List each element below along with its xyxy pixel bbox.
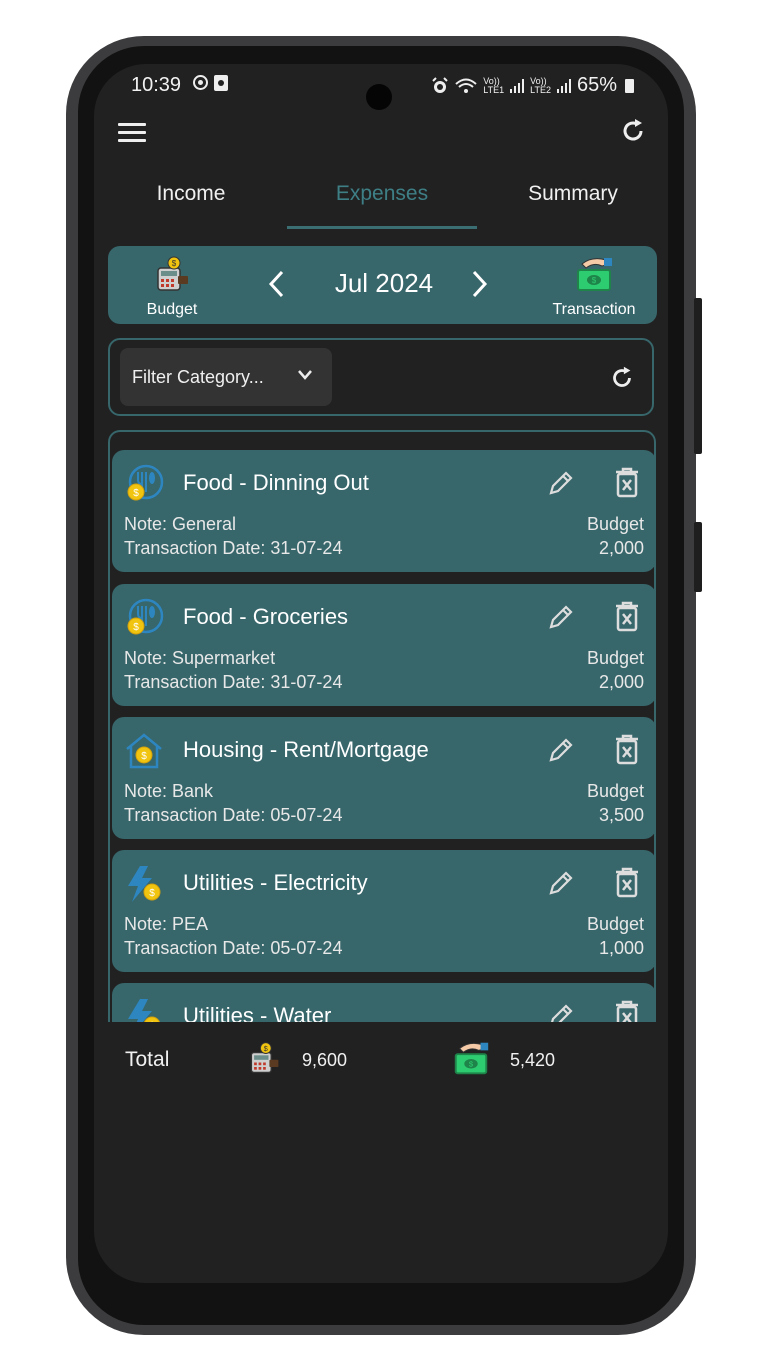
item-title: Food - Groceries [183, 604, 349, 629]
power-button [694, 522, 702, 592]
network-2-label: Vo)) LTE2 [530, 75, 551, 95]
app-notification-icon [214, 75, 228, 91]
filter-category-dropdown[interactable]: Filter Category... [120, 348, 332, 406]
expense-item-housing-rent[interactable]: $ Housing - Rent/Mortgage Note: Bank Tra… [112, 717, 654, 839]
food-dollar-icon: $ [127, 598, 164, 635]
filter-category-placeholder: Filter Category... [132, 367, 264, 387]
budget-calculator-icon: $ [250, 1042, 279, 1074]
battery-percent: 65% [576, 74, 617, 96]
electricity-dollar-icon: $ [128, 999, 160, 1022]
pencil-icon[interactable] [546, 468, 576, 498]
budget-calculator-icon: $ [157, 256, 188, 291]
filter-refresh-icon[interactable] [608, 364, 636, 392]
item-amount: 2,000 [598, 672, 644, 692]
tab-income[interactable]: Income [96, 172, 286, 230]
item-date: Transaction Date: 05-07-24 [124, 938, 343, 958]
item-note: Note: Supermarket [124, 648, 276, 668]
item-title: Food - Dinning Out [183, 470, 369, 495]
app-screen: 10:39 Vo)) LTE1 Vo)) LTE2 65% Income Exp… [94, 64, 668, 1283]
chevron-down-icon [298, 370, 312, 380]
electricity-dollar-icon: $ [128, 866, 161, 902]
budget-total: 9,600 [302, 1050, 348, 1070]
totals-row: Total $ 9,600 $ 5,420 [94, 1036, 668, 1086]
target-icon [193, 75, 208, 90]
tab-summary[interactable]: Summary [478, 172, 668, 230]
trash-icon[interactable] [614, 866, 640, 898]
item-date: Transaction Date: 31-07-24 [124, 672, 343, 692]
item-type: Budget [586, 514, 644, 534]
svg-text:$: $ [133, 622, 139, 633]
svg-text:$: $ [133, 488, 139, 499]
item-title: Utilities - Water [183, 1003, 332, 1022]
transaction-total: 5,420 [510, 1050, 556, 1070]
volume-button [694, 298, 702, 454]
expense-item-food-groceries[interactable]: $ Food - Groceries Note: Supermarket Tra… [112, 584, 654, 706]
item-date: Transaction Date: 05-07-24 [124, 805, 343, 825]
svg-text:$: $ [469, 1060, 474, 1069]
signal-1-icon [510, 78, 525, 93]
svg-text:$: $ [592, 276, 597, 285]
trash-icon[interactable] [614, 999, 640, 1022]
refresh-icon[interactable] [618, 116, 648, 146]
expense-item-utilities-electricity[interactable]: $ Utilities - Electricity Note: PEA Tran… [112, 850, 654, 972]
expense-list[interactable]: $ Food - Dinning Out Note: General Trans… [108, 430, 656, 1022]
item-type: Budget [586, 914, 644, 934]
budget-button[interactable]: $ Budget [128, 254, 216, 319]
status-right: Vo)) LTE1 Vo)) LTE2 65% [431, 74, 634, 97]
tab-expenses[interactable]: Expenses [287, 172, 477, 230]
svg-text:$: $ [141, 751, 147, 762]
svg-text:$: $ [149, 1021, 155, 1022]
chevron-left-icon[interactable] [262, 266, 292, 302]
hamburger-menu-icon[interactable] [118, 120, 146, 144]
chevron-right-icon[interactable] [464, 266, 494, 302]
item-date: Transaction Date: 31-07-24 [124, 538, 343, 558]
svg-text:$: $ [172, 259, 177, 268]
tab-bar: Income Expenses Summary [94, 172, 668, 230]
transaction-button[interactable]: $ Transaction [544, 254, 644, 319]
item-amount: 1,000 [598, 938, 644, 958]
pencil-icon[interactable] [546, 735, 576, 765]
budget-label: Budget [146, 301, 198, 318]
cash-hand-icon: $ [454, 1042, 489, 1075]
network-1-label: Vo)) LTE1 [483, 75, 505, 95]
notification-icons [193, 75, 228, 91]
status-time: 10:39 [131, 74, 182, 96]
pencil-icon[interactable] [546, 1001, 576, 1022]
expense-item-food-dining-out[interactable]: $ Food - Dinning Out Note: General Trans… [112, 450, 654, 572]
pencil-icon[interactable] [546, 602, 576, 632]
item-title: Utilities - Electricity [183, 870, 368, 895]
cash-hand-icon: $ [577, 258, 612, 291]
item-type: Budget [586, 781, 644, 801]
trash-icon[interactable] [614, 600, 640, 632]
item-type: Budget [586, 648, 644, 668]
wifi-icon [455, 78, 477, 93]
signal-2-icon [556, 78, 571, 93]
item-note: Note: General [124, 514, 237, 534]
current-month: Jul 2024 [334, 268, 434, 298]
svg-text:$: $ [264, 1044, 268, 1053]
item-title: Housing - Rent/Mortgage [183, 737, 429, 762]
month-header: $ Budget Jul 2024 $ Transaction [108, 246, 657, 324]
status-bar: 10:39 Vo)) LTE1 Vo)) LTE2 65% [131, 72, 634, 96]
svg-text:$: $ [149, 888, 155, 899]
transaction-label: Transaction [552, 301, 636, 318]
trash-icon[interactable] [614, 466, 640, 498]
item-note: Note: PEA [124, 914, 209, 934]
trash-icon[interactable] [614, 733, 640, 765]
expense-item-utilities-water[interactable]: $ Utilities - Water [112, 983, 654, 1022]
alarm-icon [432, 76, 448, 93]
item-amount: 3,500 [598, 805, 644, 825]
app-bar [94, 114, 668, 154]
active-tab-indicator [287, 226, 477, 229]
battery-icon [625, 78, 634, 93]
total-label: Total [125, 1048, 170, 1071]
item-amount: 2,000 [598, 538, 644, 558]
filter-bar: Filter Category... [108, 338, 654, 416]
house-dollar-icon: $ [126, 733, 162, 769]
pencil-icon[interactable] [546, 868, 576, 898]
item-note: Note: Bank [124, 781, 214, 801]
food-dollar-icon: $ [127, 464, 164, 501]
